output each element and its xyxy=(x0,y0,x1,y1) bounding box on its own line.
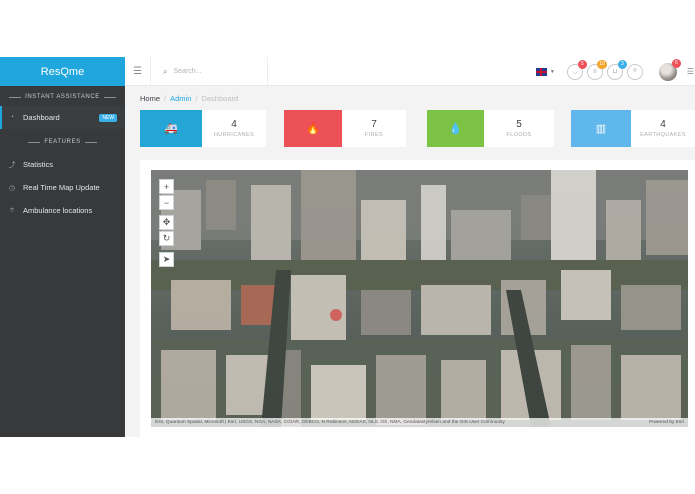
zoom-out-button[interactable]: − xyxy=(159,195,174,210)
count-badge: 3 xyxy=(617,59,627,69)
stat-card-hurricanes[interactable]: 🚑 4 HURRICANES xyxy=(140,110,266,147)
attribution-text: Esri, Quantum Spatial, Microsoft | Esri,… xyxy=(155,420,505,425)
map-marker-icon: ⌾ xyxy=(633,68,637,74)
breadcrumb-admin[interactable]: Admin xyxy=(170,94,191,103)
stat-label: HURRICANES xyxy=(213,132,255,138)
trend-icon: ⤴ xyxy=(8,161,16,169)
sidebar-item-label: Dashboard xyxy=(23,113,60,122)
menu-toggle-icon[interactable]: ☰ xyxy=(133,66,142,77)
chevron-down-icon[interactable]: ▼ xyxy=(550,69,555,75)
tasks-button[interactable]: ≡ 10 xyxy=(586,59,607,80)
topbar: ☰ ⌕ Search... ▼ ◡ 5 ≡ 10 ⊔ 3 ⌾ 6 ☰ xyxy=(125,57,695,86)
sidebar-item-label: Real Time Map Update xyxy=(23,183,100,192)
fire-icon: 🔥 xyxy=(284,110,342,147)
pin-icon: ⌾ xyxy=(9,206,15,214)
bag-icon: ⊔ xyxy=(612,69,618,75)
avatar[interactable]: 6 xyxy=(658,58,681,81)
brand-logo[interactable]: ResQme xyxy=(0,57,125,86)
city-aerial-image xyxy=(151,170,688,427)
zoom-in-button[interactable]: + xyxy=(159,179,174,194)
search-placeholder: Search... xyxy=(173,68,202,75)
orders-button[interactable]: ⊔ 3 xyxy=(606,59,627,80)
sidebar-item-dashboard[interactable]: ◔ Dashboard NEW xyxy=(0,106,125,129)
uk-flag-icon[interactable] xyxy=(535,67,547,76)
stat-label: FLOODS xyxy=(506,132,532,138)
sidebar-item-ambulance-locations[interactable]: ⌾ Ambulance locations xyxy=(0,199,125,222)
stat-value: 4 xyxy=(660,119,666,130)
section-title-assistance: INSTANT ASSISTANCE xyxy=(0,94,125,100)
water-drop-icon: 💧 xyxy=(427,110,484,147)
map-attribution: Esri, Quantum Spatial, Microsoft | Esri,… xyxy=(151,418,688,427)
ambulance-icon: 🚑 xyxy=(140,110,202,147)
stat-card-fires[interactable]: 🔥 7 FIRES xyxy=(284,110,406,147)
compass-icon[interactable]: ➤ xyxy=(159,252,174,267)
sidebar-item-label: Ambulance locations xyxy=(23,206,93,215)
count-badge: 5 xyxy=(577,59,587,69)
rotate-icon[interactable]: ↻ xyxy=(159,231,174,246)
stat-label: EARTHQUAKES xyxy=(640,132,686,138)
section-title-features: FEATURES xyxy=(0,139,125,145)
clock-icon: ◷ xyxy=(8,184,16,192)
breadcrumb: Home / Admin / Dashboard xyxy=(140,94,239,103)
search-input[interactable]: ⌕ Search... xyxy=(150,57,268,86)
powered-by[interactable]: Powered by Esri xyxy=(649,420,684,425)
sidebar-item-real-time-map[interactable]: ◷ Real Time Map Update xyxy=(0,176,125,199)
menu-icon[interactable]: ☰ xyxy=(687,67,694,76)
count-badge: 6 xyxy=(671,58,681,68)
new-badge: NEW xyxy=(99,113,117,122)
map-panel: + − ✥ ↻ ➤ Esri, Quantum Spatial, Microso… xyxy=(140,160,695,437)
stat-label: FIRES xyxy=(364,132,384,138)
count-badge: 10 xyxy=(597,59,607,69)
topbar-actions: ▼ ◡ 5 ≡ 10 ⊔ 3 ⌾ 6 ☰ xyxy=(535,57,695,86)
search-icon: ⌕ xyxy=(163,66,168,76)
list-icon: ≡ xyxy=(593,68,597,75)
breadcrumb-home[interactable]: Home xyxy=(140,94,160,103)
stat-card-floods[interactable]: 💧 5 FLOODS xyxy=(427,110,554,147)
stat-value: 4 xyxy=(231,119,237,130)
location-button[interactable]: ⌾ xyxy=(626,63,643,80)
app-frame: ResQme INSTANT ASSISTANCE ◔ Dashboard NE… xyxy=(0,57,695,437)
sidebar: ResQme INSTANT ASSISTANCE ◔ Dashboard NE… xyxy=(0,57,125,437)
sidebar-item-label: Statistics xyxy=(23,160,54,169)
user-icon: ◡ xyxy=(572,69,578,75)
breadcrumb-current: Dashboard xyxy=(201,94,239,103)
pan-icon[interactable]: ✥ xyxy=(159,215,174,230)
sidebar-item-statistics[interactable]: ⤴ Statistics xyxy=(0,153,125,176)
scene-map[interactable]: + − ✥ ↻ ➤ Esri, Quantum Spatial, Microso… xyxy=(151,170,688,427)
building-icon: ▥ xyxy=(571,110,631,147)
stat-value: 5 xyxy=(516,119,522,130)
dashboard-icon: ◔ xyxy=(9,114,15,121)
stat-card-earthquakes[interactable]: ▥ 4 EARTHQUAKES xyxy=(571,110,695,147)
user-notifications-button[interactable]: ◡ 5 xyxy=(566,59,587,80)
stat-value: 7 xyxy=(371,119,377,130)
